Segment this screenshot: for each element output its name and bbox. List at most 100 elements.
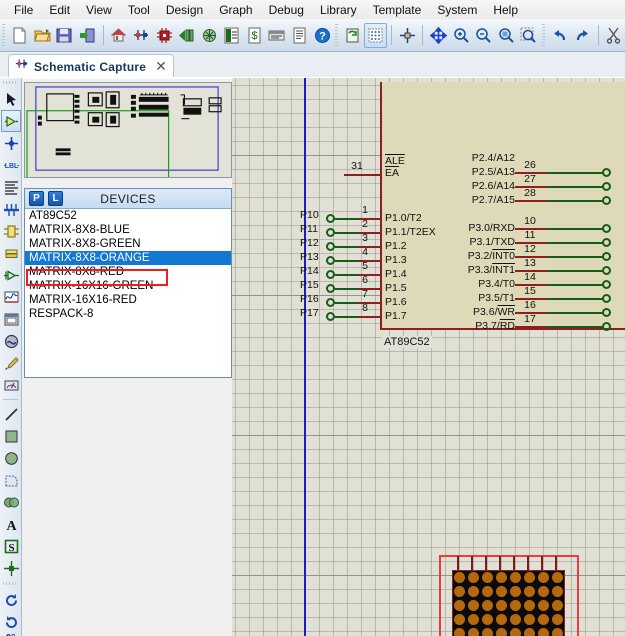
redo-icon[interactable]: [571, 23, 594, 48]
list-item[interactable]: MATRIX-8X8-RED: [25, 265, 231, 279]
subcircuit-icon[interactable]: [1, 220, 21, 242]
menu-item-view[interactable]: View: [78, 1, 120, 19]
arc-icon[interactable]: [1, 469, 21, 491]
list-item[interactable]: MATRIX-8X8-GREEN: [25, 237, 231, 251]
menu-item-debug[interactable]: Debug: [261, 1, 312, 19]
menu-item-tool[interactable]: Tool: [120, 1, 158, 19]
home-icon[interactable]: [108, 23, 131, 48]
list-item[interactable]: RESPACK-8: [25, 307, 231, 321]
list-item[interactable]: MATRIX-16X16-GREEN: [25, 279, 231, 293]
schematic-icon[interactable]: [130, 23, 153, 48]
open-folder-icon[interactable]: [31, 23, 54, 48]
terminal-p11[interactable]: [326, 228, 335, 237]
zoom-fit-icon[interactable]: [495, 23, 518, 48]
zoom-in-icon[interactable]: [450, 23, 473, 48]
terminal-p3-7[interactable]: [602, 322, 611, 331]
zoom-out-icon[interactable]: [472, 23, 495, 48]
ascii-icon[interactable]: [266, 23, 289, 48]
line-icon[interactable]: [1, 403, 21, 425]
grid-icon[interactable]: [364, 22, 387, 48]
devices-list[interactable]: AT89C52 MATRIX-8X8-BLUE MATRIX-8X8-GREEN…: [25, 209, 231, 377]
led-matrix-8x8[interactable]: [452, 570, 565, 636]
pan-icon[interactable]: [427, 23, 450, 48]
toolbar-grip-3[interactable]: [541, 24, 547, 46]
wire-p2-5: [547, 172, 603, 174]
virtual-instrument-icon[interactable]: [1, 374, 21, 396]
box-icon[interactable]: [1, 425, 21, 447]
voltage-probe-icon[interactable]: [1, 352, 21, 374]
list-item[interactable]: MATRIX-8X8-BLUE: [25, 223, 231, 237]
document-icon[interactable]: [288, 23, 311, 48]
rotate-ccw-icon[interactable]: [1, 611, 21, 633]
graph-icon[interactable]: [1, 286, 21, 308]
help-icon[interactable]: ?: [311, 23, 334, 48]
menu-item-system[interactable]: System: [429, 1, 485, 19]
generator-icon[interactable]: [1, 330, 21, 352]
exit-door-icon[interactable]: [76, 23, 99, 48]
rotate-cw-icon[interactable]: [1, 589, 21, 611]
list-item[interactable]: MATRIX-16X16-RED: [25, 293, 231, 307]
toolbar-grip-2[interactable]: [334, 24, 340, 46]
back-arrow-icon[interactable]: [175, 23, 198, 48]
undo-icon[interactable]: [548, 23, 571, 48]
refresh-icon[interactable]: [342, 23, 365, 48]
terminal-p2-6[interactable]: [602, 182, 611, 191]
list-item-selected[interactable]: MATRIX-8X8-ORANGE: [25, 251, 231, 265]
terminal-p3-4[interactable]: [602, 280, 611, 289]
symbol-s-icon[interactable]: S: [1, 535, 21, 557]
menu-item-graph[interactable]: Graph: [211, 1, 260, 19]
close-icon[interactable]: ✕: [155, 58, 167, 75]
text-script-icon[interactable]: [1, 176, 21, 198]
device-pin-icon[interactable]: [1, 264, 21, 286]
terminal-p15[interactable]: [326, 284, 335, 293]
closed-path-icon[interactable]: [1, 491, 21, 513]
selection-arrow-icon[interactable]: [1, 88, 21, 110]
component-icon[interactable]: [1, 110, 21, 132]
marker-icon[interactable]: [1, 557, 21, 579]
terminal-p13[interactable]: [326, 256, 335, 265]
chip-icon[interactable]: [153, 23, 176, 48]
terminal-p3-2[interactable]: [602, 252, 611, 261]
terminal-p3-0[interactable]: [602, 224, 611, 233]
text-a-icon[interactable]: A: [1, 513, 21, 535]
cut-icon[interactable]: [603, 23, 625, 48]
menu-item-edit[interactable]: Edit: [41, 1, 78, 19]
terminal-p14[interactable]: [326, 270, 335, 279]
netlist-icon[interactable]: [198, 23, 221, 48]
bom-icon[interactable]: [220, 23, 243, 48]
terminal-icon[interactable]: [1, 242, 21, 264]
terminal-p3-5[interactable]: [602, 294, 611, 303]
terminal-p17[interactable]: [326, 312, 335, 321]
origin-icon[interactable]: [396, 23, 419, 48]
menu-item-file[interactable]: File: [6, 1, 41, 19]
zoom-area-icon[interactable]: [518, 23, 541, 48]
terminal-p16[interactable]: [326, 298, 335, 307]
schematic-canvas[interactable]: AT89C52 31 ALE EA P10 P11 P12 P13 P14 P1…: [232, 78, 625, 636]
bus-icon[interactable]: [1, 198, 21, 220]
toolbar-grip[interactable]: [1, 24, 7, 46]
terminal-p3-1[interactable]: [602, 238, 611, 247]
led: [524, 615, 534, 625]
overview-panel[interactable]: [24, 82, 232, 178]
new-file-icon[interactable]: [8, 23, 31, 48]
menu-item-help[interactable]: Help: [485, 1, 526, 19]
terminal-p3-6[interactable]: [602, 308, 611, 317]
menu-item-template[interactable]: Template: [365, 1, 430, 19]
report-icon[interactable]: $: [243, 23, 266, 48]
terminal-p10[interactable]: [326, 214, 335, 223]
terminal-p2-7[interactable]: [602, 196, 611, 205]
rotation-toolbar-grip[interactable]: [3, 580, 18, 587]
terminal-p2-5[interactable]: [602, 168, 611, 177]
terminal-p3-3[interactable]: [602, 266, 611, 275]
tab-schematic-capture[interactable]: Schematic Capture ✕: [8, 54, 174, 78]
tape-recorder-icon[interactable]: [1, 308, 21, 330]
circle-icon[interactable]: [1, 447, 21, 469]
menu-item-design[interactable]: Design: [158, 1, 211, 19]
menu-item-library[interactable]: Library: [312, 1, 365, 19]
terminal-p12[interactable]: [326, 242, 335, 251]
mode-toolbar-grip[interactable]: [3, 79, 18, 86]
save-disk-icon[interactable]: [54, 23, 77, 48]
list-item[interactable]: AT89C52: [25, 209, 231, 223]
wire-label-icon[interactable]: LBL: [1, 154, 21, 176]
junction-dot-icon[interactable]: [1, 132, 21, 154]
